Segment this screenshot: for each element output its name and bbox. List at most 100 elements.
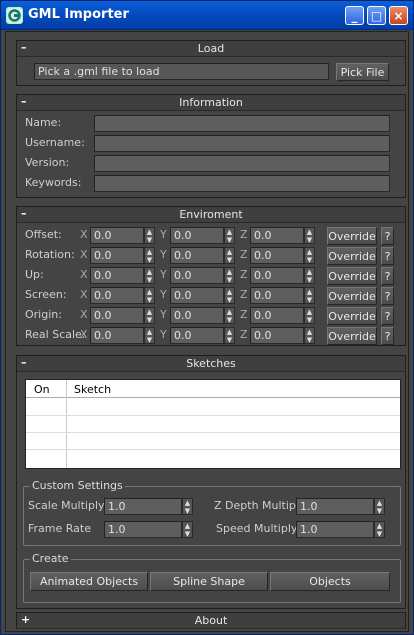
username-field[interactable] — [94, 135, 390, 152]
spinner-arrows-icon[interactable]: ▲ ▼ — [144, 307, 155, 324]
spinner-arrows-icon[interactable]: ▲ ▼ — [144, 247, 155, 264]
screen-help-button[interactable]: ? — [381, 287, 394, 305]
list-row[interactable] — [26, 450, 400, 467]
animated-objects-button[interactable]: Animated Objects — [30, 572, 148, 591]
up-z-spinner[interactable]: 0.0 — [250, 267, 304, 284]
environment-rollout: – Enviroment Offset: X 0.0 ▲ ▼ Y 0.0 ▲ ▼ Z 0.0 ▲ ▼ Ov… — [16, 206, 406, 346]
list-row[interactable] — [26, 399, 400, 416]
offset-x-spinner[interactable]: 0.0 — [90, 227, 144, 244]
name-field[interactable] — [94, 115, 390, 132]
screen-z-spinner[interactable]: 0.0 — [250, 287, 304, 304]
offset-z-spinner[interactable]: 0.0 — [250, 227, 304, 244]
collapse-icon[interactable]: – — [21, 207, 27, 220]
list-row[interactable] — [26, 433, 400, 450]
z-depth-multipler-spinner[interactable]: 1.0 — [296, 498, 374, 515]
x-axis-label: X — [80, 248, 88, 261]
collapse-icon[interactable]: – — [21, 356, 27, 369]
title-bar[interactable]: GML Importer _ □ × — [1, 1, 413, 30]
frame-rate-spinner[interactable]: 1.0 — [104, 521, 182, 538]
spinner-arrows-icon[interactable]: ▲ ▼ — [182, 521, 193, 538]
rotation-help-button[interactable]: ? — [381, 247, 394, 265]
z-axis-label: Z — [240, 328, 248, 341]
realscale-z-spinner[interactable]: 0.0 — [250, 327, 304, 344]
environment-rollout-title: Enviroment — [179, 208, 243, 221]
spinner-arrows-icon[interactable]: ▲ ▼ — [224, 227, 235, 244]
spinner-arrows-icon[interactable]: ▲ ▼ — [304, 267, 315, 284]
spinner-arrows-icon[interactable]: ▲ ▼ — [304, 307, 315, 324]
about-rollout-header[interactable]: + About — [17, 613, 405, 629]
spinner-arrows-icon[interactable]: ▲ ▼ — [224, 247, 235, 264]
rotation-x-spinner[interactable]: 0.0 — [90, 247, 144, 264]
column-header-sketch[interactable]: Sketch — [74, 383, 111, 396]
spinner-arrows-icon[interactable]: ▲ ▼ — [144, 287, 155, 304]
rotation-z-spinner[interactable]: 0.0 — [250, 247, 304, 264]
up-y-spinner[interactable]: 0.0 — [170, 267, 224, 284]
screen-y-spinner[interactable]: 0.0 — [170, 287, 224, 304]
sketch-list[interactable]: On Sketch — [25, 379, 401, 469]
about-rollout: + About — [16, 612, 406, 629]
offset-help-button[interactable]: ? — [381, 227, 394, 245]
gml-importer-window: GML Importer _ □ × – Load Pick a .gml fi… — [0, 0, 414, 635]
origin-override-button[interactable]: Override — [327, 307, 377, 325]
origin-x-spinner[interactable]: 0.0 — [90, 307, 144, 324]
spinner-arrows-icon[interactable]: ▲ ▼ — [224, 267, 235, 284]
maximize-button[interactable]: □ — [367, 6, 386, 25]
spinner-arrows-icon[interactable]: ▲ ▼ — [374, 498, 385, 515]
column-header-on[interactable]: On — [34, 383, 50, 396]
gml-file-field[interactable]: Pick a .gml file to load — [34, 63, 329, 80]
screen-override-button[interactable]: Override — [327, 287, 377, 305]
speed-multiplyer-spinner[interactable]: 1.0 — [296, 521, 374, 538]
collapse-icon[interactable]: – — [21, 41, 27, 54]
sketches-rollout-header[interactable]: – Sketches — [17, 356, 405, 372]
close-button[interactable]: × — [389, 6, 408, 25]
information-rollout-header[interactable]: – Information — [17, 95, 405, 111]
objects-button[interactable]: Objects — [270, 572, 390, 591]
origin-help-button[interactable]: ? — [381, 307, 394, 325]
origin-z-spinner[interactable]: 0.0 — [250, 307, 304, 324]
spinner-arrows-icon[interactable]: ▲ ▼ — [224, 327, 235, 344]
load-rollout-title: Load — [197, 42, 225, 55]
spinner-arrows-icon[interactable]: ▲ ▼ — [304, 247, 315, 264]
screen-x-spinner[interactable]: 0.0 — [90, 287, 144, 304]
y-axis-label: Y — [160, 308, 167, 321]
origin-y-spinner[interactable]: 0.0 — [170, 307, 224, 324]
x-axis-label: X — [80, 288, 88, 301]
spinner-arrows-icon[interactable]: ▲ ▼ — [224, 307, 235, 324]
offset-override-button[interactable]: Override — [327, 227, 377, 245]
list-row[interactable] — [26, 416, 400, 433]
origin-label: Origin: — [25, 308, 62, 321]
minimize-button[interactable]: _ — [345, 6, 364, 25]
x-axis-label: X — [80, 328, 88, 341]
offset-y-spinner[interactable]: 0.0 — [170, 227, 224, 244]
up-x-spinner[interactable]: 0.0 — [90, 267, 144, 284]
pick-file-button[interactable]: Pick File — [336, 63, 389, 81]
spinner-arrows-icon[interactable]: ▲ ▼ — [374, 521, 385, 538]
spinner-arrows-icon[interactable]: ▲ ▼ — [304, 287, 315, 304]
up-help-button[interactable]: ? — [381, 267, 394, 285]
version-label: Version: — [25, 156, 70, 169]
realscale-help-button[interactable]: ? — [381, 327, 394, 345]
spinner-arrows-icon[interactable]: ▲ ▼ — [182, 498, 193, 515]
keywords-field[interactable] — [94, 175, 390, 192]
spinner-arrows-icon[interactable]: ▲ ▼ — [144, 267, 155, 284]
load-rollout: – Load Pick a .gml file to load Pick Fil… — [16, 40, 406, 86]
spinner-arrows-icon[interactable]: ▲ ▼ — [224, 287, 235, 304]
rotation-override-button[interactable]: Override — [327, 247, 377, 265]
spinner-arrows-icon[interactable]: ▲ ▼ — [144, 327, 155, 344]
rotation-y-spinner[interactable]: 0.0 — [170, 247, 224, 264]
scale-multiplyer-spinner[interactable]: 1.0 — [104, 498, 182, 515]
spinner-arrows-icon[interactable]: ▲ ▼ — [144, 227, 155, 244]
spinner-arrows-icon[interactable]: ▲ ▼ — [304, 327, 315, 344]
expand-icon[interactable]: + — [21, 613, 30, 626]
environment-rollout-header[interactable]: – Enviroment — [17, 207, 405, 223]
collapse-icon[interactable]: – — [21, 95, 27, 108]
create-title: Create — [30, 552, 71, 565]
spline-shape-button[interactable]: Spline Shape — [150, 572, 268, 591]
spinner-arrows-icon[interactable]: ▲ ▼ — [304, 227, 315, 244]
up-override-button[interactable]: Override — [327, 267, 377, 285]
realscale-y-spinner[interactable]: 0.0 — [170, 327, 224, 344]
version-field[interactable] — [94, 155, 390, 172]
realscale-x-spinner[interactable]: 0.0 — [90, 327, 144, 344]
realscale-override-button[interactable]: Override — [327, 327, 377, 345]
load-rollout-header[interactable]: – Load — [17, 41, 405, 57]
